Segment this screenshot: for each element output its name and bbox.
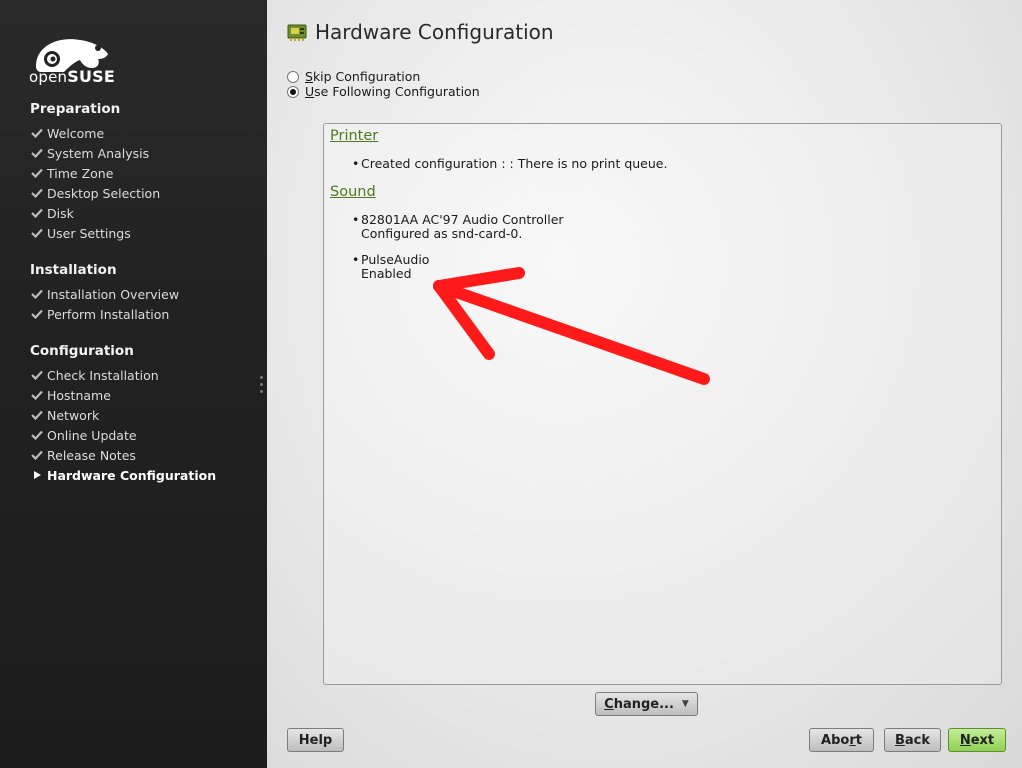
step-desktop-selection: Desktop Selection xyxy=(27,183,160,203)
step-hostname: Hostname xyxy=(27,385,111,405)
dropdown-caret-icon: ▼ xyxy=(681,699,689,709)
checkmark-icon xyxy=(27,208,47,218)
change-dropdown-button[interactable]: Change... ▼ xyxy=(595,692,698,716)
step-online-update: Online Update xyxy=(27,425,137,445)
use-following-configuration-radio[interactable]: Use Following Configuration xyxy=(287,84,480,99)
section-title-configuration: Configuration xyxy=(30,343,134,359)
checkmark-icon xyxy=(27,309,47,319)
step-perform-installation: Perform Installation xyxy=(27,304,169,324)
opensuse-logo-text: openSUSE xyxy=(29,67,116,86)
configuration-summary-panel: Printer • Created configuration : : Ther… xyxy=(323,123,1002,685)
checkmark-icon xyxy=(27,410,47,420)
step-time-zone: Time Zone xyxy=(27,163,113,183)
skip-configuration-label: Skip Configuration xyxy=(305,69,421,84)
annotation-arrow xyxy=(433,267,710,385)
help-button[interactable]: Help xyxy=(287,728,344,752)
radio-checked-icon[interactable] xyxy=(287,85,299,98)
main-content: Hardware Configuration Skip Configuratio… xyxy=(267,0,1022,768)
sidebar: openSUSE Preparation Welcome System Anal… xyxy=(0,0,267,768)
checkmark-icon xyxy=(27,128,47,138)
checkmark-icon xyxy=(27,168,47,178)
checkmark-icon xyxy=(27,430,47,440)
step-network: Network xyxy=(27,405,99,425)
checkmark-icon xyxy=(27,148,47,158)
step-welcome: Welcome xyxy=(27,123,104,143)
next-button[interactable]: Next xyxy=(948,728,1006,752)
page-title: Hardware Configuration xyxy=(287,20,554,44)
step-user-settings: User Settings xyxy=(27,223,131,243)
checkmark-icon xyxy=(27,289,47,299)
radio-unchecked-icon[interactable] xyxy=(287,70,299,83)
sidebar-resize-handle[interactable] xyxy=(260,376,264,398)
step-hardware-configuration: Hardware Configuration xyxy=(27,465,216,485)
back-button[interactable]: Back xyxy=(884,728,941,752)
skip-configuration-radio[interactable]: Skip Configuration xyxy=(287,69,420,84)
checkmark-icon xyxy=(27,188,47,198)
section-title-preparation: Preparation xyxy=(30,101,121,117)
checkmark-icon xyxy=(27,390,47,400)
step-release-notes: Release Notes xyxy=(27,445,136,465)
use-following-configuration-label: Use Following Configuration xyxy=(305,84,480,99)
step-system-analysis: System Analysis xyxy=(27,143,149,163)
abort-button[interactable]: Abo r t xyxy=(809,728,874,752)
section-title-installation: Installation xyxy=(30,262,117,278)
checkmark-icon xyxy=(27,450,47,460)
hardware-card-icon xyxy=(287,24,307,41)
checkmark-icon xyxy=(27,228,47,238)
checkmark-icon xyxy=(27,370,47,380)
step-installation-overview: Installation Overview xyxy=(27,284,179,304)
step-check-installation: Check Installation xyxy=(27,365,159,385)
step-disk: Disk xyxy=(27,203,74,223)
current-step-arrow-icon xyxy=(27,470,47,480)
